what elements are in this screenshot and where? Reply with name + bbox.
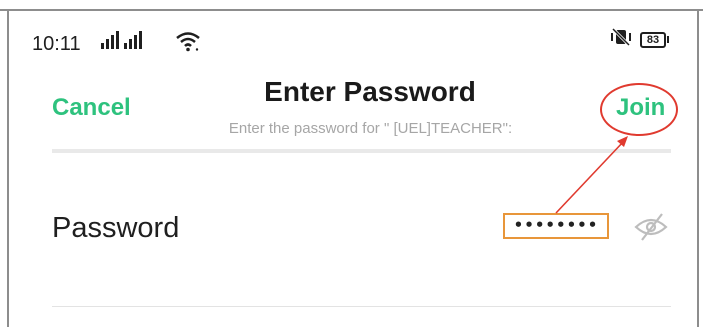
page-title: Enter Password: [264, 76, 476, 107]
wifi-password-screen: 10:11 83 Cancel Enter Password Enter the…: [0, 0, 703, 327]
screenshot-frame-left: [7, 9, 9, 327]
header-divider: [52, 149, 671, 153]
status-right-icons: 83: [610, 27, 669, 51]
status-time: 10:11: [32, 33, 81, 55]
screenshot-frame-right: [697, 9, 699, 327]
signal-strength: [101, 31, 142, 49]
screenshot-frame-top: [0, 9, 703, 11]
battery-level: 83: [640, 31, 666, 48]
eye-off-icon[interactable]: [633, 212, 669, 242]
password-label: Password: [52, 212, 180, 244]
page-subtitle: Enter the password for " [UEL]TEACHER":: [228, 120, 513, 137]
bottom-divider: [52, 306, 671, 307]
signal-bars-icon: [101, 31, 119, 49]
vibrate-mute-icon: [610, 27, 632, 51]
wifi-icon: [175, 30, 201, 57]
signal-bars-icon: [124, 31, 142, 49]
annotation-arrow: [555, 136, 628, 214]
battery-icon: 83: [640, 31, 669, 48]
join-button[interactable]: Join: [616, 94, 665, 122]
password-input[interactable]: ••••••••: [503, 213, 609, 239]
cancel-button[interactable]: Cancel: [52, 94, 131, 122]
